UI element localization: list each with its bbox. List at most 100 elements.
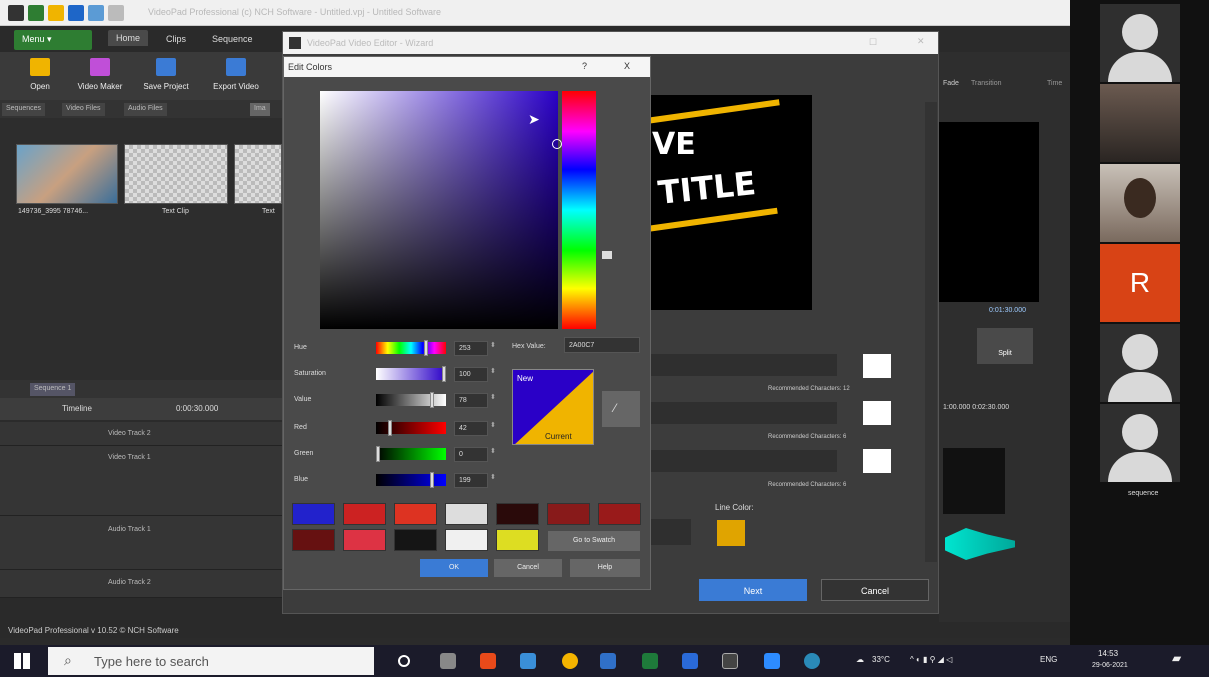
maximize-icon[interactable]: ☐ (869, 37, 877, 48)
new-icon[interactable] (28, 5, 44, 21)
participant-video[interactable] (1100, 84, 1180, 162)
color-swatch[interactable] (445, 529, 488, 551)
hue-channel-slider[interactable] (376, 340, 446, 356)
notification-icon[interactable]: ▰ (1172, 651, 1181, 665)
saturation-channel-slider[interactable] (376, 366, 446, 382)
file-explorer-icon[interactable] (520, 653, 536, 669)
go-to-swatch-button[interactable]: Go to Swatch (548, 531, 640, 551)
redo-icon[interactable] (108, 5, 124, 21)
tab-video-files[interactable]: Video Files (62, 103, 105, 116)
blue-value-field[interactable]: 199 (454, 473, 488, 488)
office-icon[interactable] (480, 653, 496, 669)
wizard-cancel-button[interactable]: Cancel (821, 579, 929, 601)
title-line-3-field[interactable] (651, 450, 837, 472)
media-thumbnail-photo[interactable] (16, 144, 118, 204)
color-swatch[interactable] (394, 503, 437, 525)
cancel-button[interactable]: Cancel (494, 559, 562, 577)
zoom-icon[interactable] (764, 653, 780, 669)
windows-start-icon[interactable] (14, 653, 30, 669)
spinner-icon[interactable]: ⬍ (490, 367, 496, 375)
text-color-swatch-1[interactable] (863, 354, 891, 378)
weather-temp[interactable]: 33°C (872, 655, 890, 664)
slider-handle[interactable] (430, 472, 434, 488)
audio-track-1[interactable]: Audio Track 1 (0, 516, 282, 570)
color-swatch[interactable] (292, 503, 335, 525)
color-swatch[interactable] (292, 529, 335, 551)
clip-thumbnail[interactable] (943, 448, 1005, 514)
taskbar-search-box[interactable]: ⌕ Type here to search (48, 647, 374, 675)
export-video-button[interactable]: Export Video (208, 58, 264, 91)
chrome-icon[interactable] (562, 653, 578, 669)
text-color-swatch-3[interactable] (863, 449, 891, 473)
slider-handle[interactable] (376, 446, 380, 462)
line-color-swatch[interactable] (717, 520, 745, 546)
open-folder-icon[interactable] (48, 5, 64, 21)
participant-initial-tile[interactable]: R (1100, 244, 1180, 322)
clock-date[interactable]: 29-06-2021 (1092, 662, 1128, 669)
ok-button[interactable]: OK (420, 559, 488, 577)
task-view-icon[interactable] (440, 653, 456, 669)
tab-images[interactable]: Ima (250, 103, 270, 116)
cortana-icon[interactable] (398, 655, 410, 667)
app-icon[interactable] (804, 653, 820, 669)
participant-tile[interactable] (1100, 404, 1180, 482)
slider-handle[interactable] (388, 420, 392, 436)
color-swatch[interactable] (598, 503, 641, 525)
color-swatch[interactable] (343, 503, 386, 525)
excel-icon[interactable] (642, 653, 658, 669)
text-color-swatch-2[interactable] (863, 401, 891, 425)
split-button[interactable]: Split (977, 328, 1033, 364)
color-swatch[interactable] (343, 529, 386, 551)
tab-sequence[interactable]: Sequence (212, 34, 253, 44)
color-swatch[interactable] (445, 503, 488, 525)
green-value-field[interactable]: 0 (454, 447, 488, 462)
title-line-1-field[interactable] (651, 354, 837, 376)
blue-channel-slider[interactable] (376, 472, 446, 488)
close-icon[interactable]: ✕ (917, 36, 925, 47)
next-button[interactable]: Next (699, 579, 807, 601)
wizard-scrollbar[interactable] (925, 102, 937, 562)
red-value-field[interactable]: 42 (454, 421, 488, 436)
spinner-icon[interactable]: ⬍ (490, 421, 496, 429)
save-icon[interactable] (68, 5, 84, 21)
title-line-2-field[interactable] (651, 402, 837, 424)
participant-tile[interactable] (1100, 324, 1180, 402)
picker-marker-icon[interactable] (552, 139, 562, 149)
help-button[interactable]: Help (570, 559, 640, 577)
close-icon[interactable]: X (624, 61, 630, 71)
tab-sequence-1[interactable]: Sequence 1 (30, 383, 76, 396)
spinner-icon[interactable]: ⬍ (490, 393, 496, 401)
time-label[interactable]: Time (1047, 80, 1062, 87)
color-swatch[interactable] (496, 503, 539, 525)
eyedropper-button[interactable]: ⁄ (602, 391, 640, 427)
undo-icon[interactable] (88, 5, 104, 21)
audio-track-2[interactable]: Audio Track 2 (0, 570, 282, 598)
clock-time[interactable]: 14:53 (1098, 649, 1118, 658)
open-button[interactable]: Open (12, 58, 68, 91)
value-value-field[interactable]: 78 (454, 393, 488, 408)
slider-handle[interactable] (430, 392, 434, 408)
save-project-button[interactable]: Save Project (138, 58, 194, 91)
value-channel-slider[interactable] (376, 392, 446, 408)
slider-handle[interactable] (424, 340, 428, 356)
mail-icon[interactable] (682, 653, 698, 669)
videopad-taskbar-icon[interactable] (722, 653, 738, 669)
help-icon[interactable]: ? (582, 61, 587, 71)
saturation-value-field[interactable]: 100 (454, 367, 488, 382)
language-indicator[interactable]: ENG (1040, 655, 1057, 664)
green-channel-slider[interactable] (376, 446, 446, 462)
tab-audio-files[interactable]: Audio Files (124, 103, 167, 116)
hue-slider-handle[interactable] (602, 251, 612, 259)
color-swatch[interactable] (496, 529, 539, 551)
video-track-2[interactable]: Video Track 2 (0, 422, 282, 446)
transition-label[interactable]: Transition (971, 80, 1001, 87)
color-swatch[interactable] (394, 529, 437, 551)
slider-handle[interactable] (442, 366, 446, 382)
spinner-icon[interactable]: ⬍ (490, 473, 496, 481)
hue-value-field[interactable]: 253 (454, 341, 488, 356)
fade-label[interactable]: Fade (943, 80, 959, 87)
tray-icons[interactable]: ^ ◐ ▮ ⚲ ◢ ◁ (910, 655, 952, 664)
hue-slider[interactable] (562, 91, 612, 329)
hex-value-field[interactable]: 2A00C7 (564, 337, 640, 353)
weather-icon[interactable]: ☁ (856, 655, 864, 664)
